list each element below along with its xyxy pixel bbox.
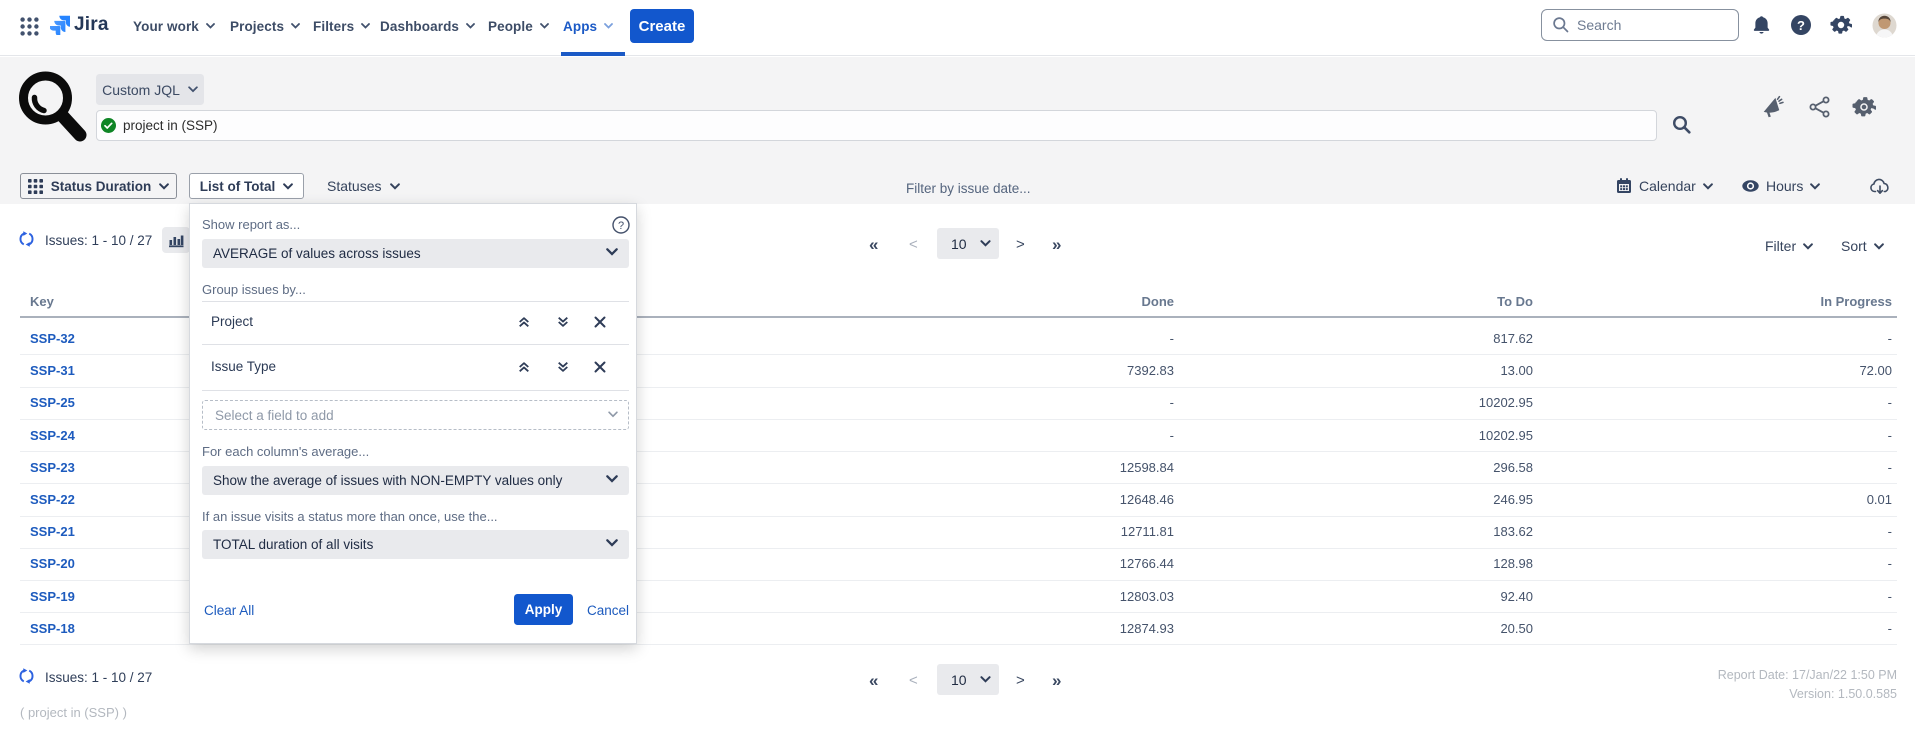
svg-text:?: ? xyxy=(1797,18,1805,33)
svg-text:?: ? xyxy=(618,220,624,232)
